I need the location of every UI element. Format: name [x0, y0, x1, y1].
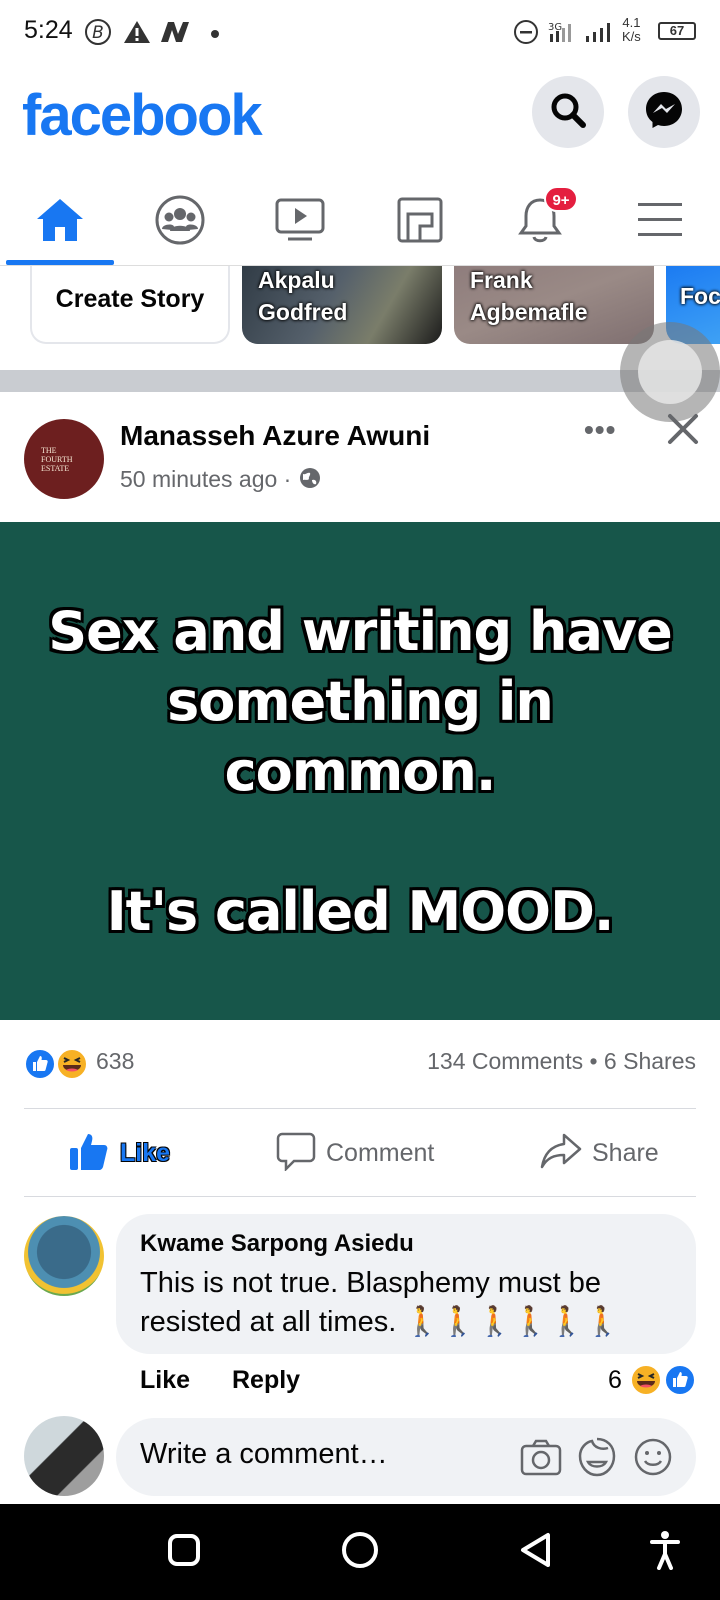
meta-separator: · [283, 466, 292, 492]
close-icon [666, 414, 700, 450]
divider [24, 1108, 696, 1109]
post-text-line: something in [167, 670, 554, 733]
comments-shares-count[interactable]: 134 Comments • 6 Shares [427, 1048, 696, 1075]
search-button[interactable] [532, 76, 604, 148]
comment-button[interactable]: Comment [276, 1128, 434, 1178]
haha-reaction-icon[interactable] [56, 1048, 88, 1085]
emoji-icon[interactable] [632, 1436, 674, 1483]
svg-text:3G: 3G [548, 22, 562, 33]
home-circle-icon [340, 1530, 380, 1575]
menu-icon [636, 200, 684, 245]
comment-reply-button[interactable]: Reply [232, 1366, 300, 1395]
commenter-avatar[interactable] [24, 1216, 104, 1296]
create-story-button[interactable]: Create Story [30, 266, 230, 344]
comment-label: Comment [326, 1138, 435, 1167]
floating-assistive-button-inner [638, 340, 702, 404]
post-timestamp[interactable]: 50 minutes ago [120, 466, 277, 492]
active-tab-indicator [6, 260, 114, 265]
like-label: Like [120, 1138, 171, 1167]
share-icon [540, 1131, 582, 1176]
post-meta: 50 minutes ago · [120, 466, 322, 496]
tab-watch[interactable] [240, 178, 360, 266]
tab-notifications[interactable] [480, 178, 600, 266]
like-reaction-icon[interactable] [664, 1364, 696, 1401]
status-time: 5:24 [24, 16, 73, 44]
home-nav-button[interactable] [320, 1504, 400, 1600]
network-speed-value: 4.1 [622, 15, 641, 30]
video-icon [274, 196, 326, 249]
messenger-icon [643, 89, 685, 136]
post-more-options[interactable]: ••• [584, 414, 616, 446]
home-icon [35, 197, 85, 248]
warning-icon [122, 18, 152, 51]
facebook-logo[interactable]: facebook [22, 82, 263, 149]
story-name: Akpalu Godfred [258, 267, 348, 325]
story-card[interactable]: Akpalu Godfred [242, 266, 442, 344]
tab-groups[interactable] [120, 178, 240, 266]
messenger-button[interactable] [628, 76, 700, 148]
story-name: Frank Agbemafle [470, 267, 588, 325]
thumbs-up-icon [68, 1130, 110, 1177]
globe-icon [298, 466, 322, 496]
share-label: Share [592, 1138, 659, 1167]
status-bar: 5:24 B 3G 4.1 K/s 67 [0, 0, 720, 62]
groups-icon [154, 194, 206, 251]
section-divider [0, 370, 720, 392]
nav-tabs [0, 178, 720, 266]
recents-button[interactable] [144, 1504, 224, 1600]
dnd-icon [512, 18, 540, 51]
commenter-name[interactable]: Kwame Sarpong Asiedu [140, 1230, 414, 1258]
like-reaction-icon[interactable] [24, 1048, 56, 1085]
svg-text:B: B [92, 23, 104, 43]
comment-reaction-count[interactable]: 6 [608, 1366, 622, 1395]
divider [24, 1196, 696, 1197]
post-text-line: It's called MOOD. [106, 880, 615, 943]
post-text-line: common. [224, 740, 497, 803]
comment-text: This is not true. Blasphemy must be resi… [140, 1267, 621, 1338]
camera-icon[interactable] [520, 1438, 562, 1483]
search-icon [548, 90, 588, 135]
like-button[interactable]: Like [68, 1128, 170, 1178]
accessibility-button[interactable] [630, 1504, 700, 1600]
marketplace-icon [396, 196, 444, 249]
accessibility-icon [649, 1530, 681, 1575]
tab-home[interactable] [0, 178, 120, 266]
avatar-logo-text: THE FOURTH ESTATE [41, 445, 73, 473]
n-icon [158, 18, 192, 51]
share-button[interactable]: Share [540, 1128, 659, 1178]
stories-tray: Create Story Akpalu Godfred Frank Agbema… [0, 266, 720, 370]
post-author-name[interactable]: Manasseh Azure Awuni [120, 420, 430, 452]
signal-3g-icon: 3G [548, 18, 580, 51]
comment-placeholder: Write a comment… [140, 1438, 388, 1470]
battery-indicator: 67 [658, 22, 696, 40]
recents-icon [167, 1533, 201, 1572]
reaction-count[interactable]: 638 [96, 1048, 134, 1075]
haha-reaction-icon[interactable] [630, 1364, 662, 1401]
comment-like-button[interactable]: Like [140, 1366, 190, 1395]
back-button[interactable] [496, 1504, 576, 1600]
story-card[interactable]: Frank Agbemafle [454, 266, 654, 344]
signal-icon [584, 18, 618, 51]
tab-marketplace[interactable] [360, 178, 480, 266]
dot-icon [210, 26, 220, 44]
story-name: Foc [680, 283, 720, 309]
post-author-avatar[interactable]: THE FOURTH ESTATE [24, 419, 104, 499]
system-navigation-bar [0, 1504, 720, 1600]
post-hide-button[interactable] [666, 412, 700, 451]
post-text-background[interactable]: Sex and writing have something in common… [0, 522, 720, 1020]
avatar-sticker-icon[interactable] [576, 1436, 618, 1483]
network-speed: 4.1 K/s [622, 16, 641, 44]
bitcoin-icon: B [84, 18, 112, 51]
post-text-line: Sex and writing have [48, 600, 672, 663]
notification-badge: 9+ [544, 186, 578, 212]
my-avatar[interactable] [24, 1416, 104, 1496]
comment-icon [276, 1131, 316, 1176]
network-speed-unit: K/s [622, 29, 641, 44]
tab-menu[interactable] [600, 178, 720, 266]
back-triangle-icon [518, 1531, 554, 1574]
